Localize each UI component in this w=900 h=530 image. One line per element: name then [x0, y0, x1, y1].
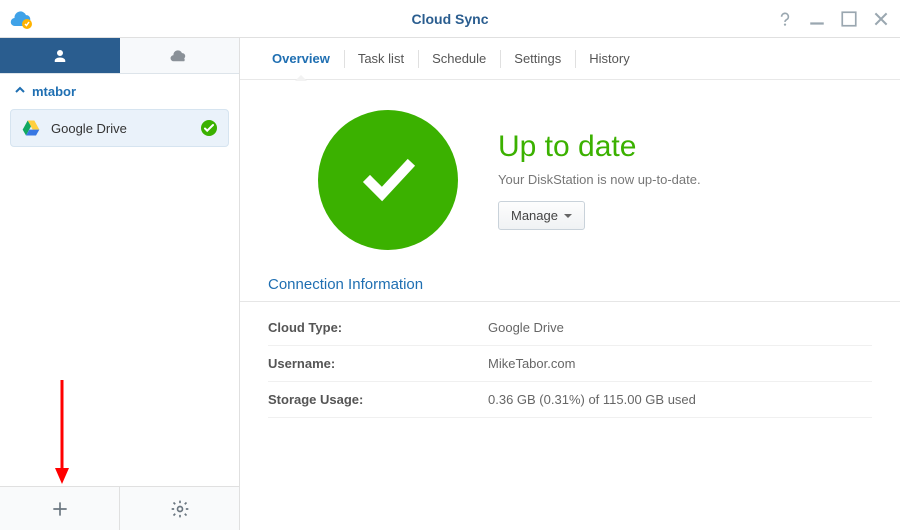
settings-button[interactable] — [120, 487, 239, 530]
tab-overview[interactable]: Overview — [258, 38, 344, 80]
main-content: Overview Task list Schedule Settings His… — [240, 38, 900, 530]
account-group-toggle[interactable]: mtabor — [0, 74, 239, 105]
mode-tab-cloud[interactable] — [120, 38, 240, 73]
maximize-button[interactable] — [840, 10, 858, 28]
account-name: mtabor — [32, 84, 76, 99]
sidebar-item-google-drive[interactable]: Google Drive — [10, 109, 229, 147]
info-row-username: Username: MikeTabor.com — [268, 346, 872, 382]
status-indicator — [318, 110, 458, 250]
sidebar-mode-tabs — [0, 38, 239, 74]
window-controls — [776, 10, 890, 28]
title-bar: Cloud Sync — [0, 0, 900, 38]
manage-button[interactable]: Manage — [498, 201, 585, 230]
manage-label: Manage — [511, 208, 558, 223]
value-cloud-type: Google Drive — [488, 320, 564, 335]
connection-info-table: Cloud Type: Google Drive Username: MikeT… — [240, 302, 900, 426]
close-button[interactable] — [872, 10, 890, 28]
status-text: Up to date Your DiskStation is now up-to… — [498, 130, 701, 230]
tab-history[interactable]: History — [575, 38, 643, 80]
section-title-connection-info: Connection Information — [240, 276, 900, 302]
info-row-cloud-type: Cloud Type: Google Drive — [268, 310, 872, 346]
tab-schedule[interactable]: Schedule — [418, 38, 500, 80]
chevron-up-icon — [14, 84, 26, 99]
value-storage: 0.36 GB (0.31%) of 115.00 GB used — [488, 392, 696, 407]
value-username: MikeTabor.com — [488, 356, 575, 371]
plus-icon — [50, 499, 70, 519]
google-drive-icon — [21, 118, 41, 138]
checkmark-icon — [352, 144, 424, 216]
tab-tasklist[interactable]: Task list — [344, 38, 418, 80]
window-title: Cloud Sync — [411, 11, 488, 27]
info-row-storage: Storage Usage: 0.36 GB (0.31%) of 115.00… — [268, 382, 872, 418]
content-tabs: Overview Task list Schedule Settings His… — [240, 38, 900, 80]
overview-panel: Up to date Your DiskStation is now up-to… — [240, 80, 900, 270]
add-connection-button[interactable] — [0, 487, 120, 530]
status-ok-icon — [200, 119, 218, 137]
app-icon — [10, 7, 34, 31]
sidebar: mtabor Google Drive — [0, 38, 240, 530]
sidebar-bottom-toolbar — [0, 486, 239, 530]
mode-tab-account[interactable] — [0, 38, 120, 73]
user-icon — [51, 47, 69, 65]
label-storage: Storage Usage: — [268, 392, 488, 407]
tab-settings[interactable]: Settings — [500, 38, 575, 80]
gear-icon — [170, 499, 190, 519]
caret-down-icon — [564, 214, 572, 218]
status-heading: Up to date — [498, 130, 701, 164]
label-username: Username: — [268, 356, 488, 371]
status-subtext: Your DiskStation is now up-to-date. — [498, 172, 701, 187]
minimize-button[interactable] — [808, 10, 826, 28]
label-cloud-type: Cloud Type: — [268, 320, 488, 335]
cloud-icon — [170, 47, 188, 65]
connection-label: Google Drive — [51, 121, 127, 136]
help-icon[interactable] — [776, 10, 794, 28]
